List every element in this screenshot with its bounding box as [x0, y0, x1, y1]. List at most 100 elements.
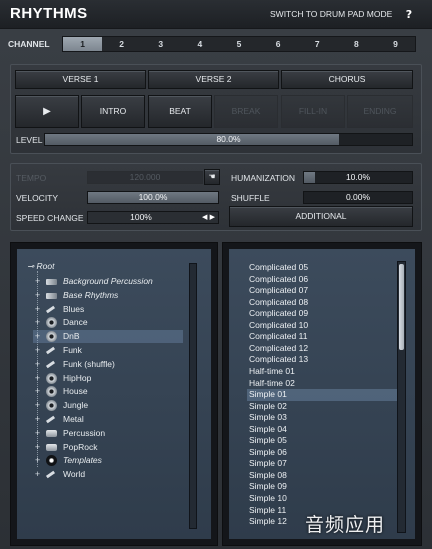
rhythm-list-item[interactable]: Half-time 01	[247, 366, 397, 378]
rhythm-list-item[interactable]: Simple 01	[247, 389, 397, 401]
tree-item-label: HipHop	[63, 372, 92, 383]
expand-icon[interactable]: +	[33, 387, 42, 396]
disc-icon	[46, 317, 57, 329]
brush-icon	[45, 415, 56, 424]
expand-icon[interactable]: +	[33, 470, 42, 479]
rhythms-window: RHYTHMS SWITCH TO DRUM PAD MODE ? CHANNE…	[0, 0, 432, 549]
tree-item-label: Funk	[63, 345, 82, 355]
rhythm-list-item[interactable]: Complicated 11	[247, 331, 397, 343]
rhythm-list-item[interactable]: Complicated 13	[247, 354, 397, 366]
expand-icon[interactable]: +	[33, 290, 42, 300]
rhythm-list-item[interactable]: Simple 07	[247, 458, 397, 470]
rhythm-list-item[interactable]: Complicated 12	[247, 343, 397, 355]
tree-scrollbar[interactable]	[189, 263, 197, 529]
rhythm-list-item[interactable]: Simple 06	[247, 447, 397, 459]
tempo-sync-button[interactable]: ☚	[204, 169, 220, 185]
star-icon	[46, 455, 57, 467]
expand-icon[interactable]: +	[33, 401, 42, 410]
tree-item[interactable]: + Funk	[33, 344, 183, 357]
speed-change-selector[interactable]: 100% ◀ ▶	[87, 211, 219, 224]
expand-icon[interactable]: +	[33, 304, 42, 314]
humanization-slider[interactable]: 10.0%	[303, 171, 413, 184]
expand-icon[interactable]: +	[33, 442, 42, 452]
expand-icon[interactable]: +	[33, 428, 42, 438]
tree-item[interactable]: + Dance	[33, 316, 183, 329]
rhythm-list-item[interactable]: Complicated 09	[247, 308, 397, 320]
expand-icon[interactable]: +	[33, 332, 42, 341]
verse1-button[interactable]: VERSE 1	[15, 70, 146, 89]
switch-drum-pad-mode-button[interactable]: SWITCH TO DRUM PAD MODE	[270, 6, 400, 23]
channel-button-8[interactable]: 8	[337, 37, 376, 51]
rhythm-list-scrollbar[interactable]	[397, 261, 406, 533]
channel-selector: 123456789	[62, 36, 416, 52]
humanization-value: 10.0%	[345, 172, 371, 182]
channel-button-1[interactable]: 1	[63, 37, 103, 51]
channel-button-7[interactable]: 7	[298, 37, 337, 51]
rhythm-list-item[interactable]: Complicated 07	[247, 285, 397, 297]
rhythm-list-item[interactable]: Simple 04	[247, 424, 397, 436]
additional-button[interactable]: ADDITIONAL	[229, 206, 413, 227]
tree-item[interactable]: + Funk (shuffle)	[33, 358, 183, 371]
expand-icon[interactable]: +	[33, 318, 42, 327]
channel-button-3[interactable]: 3	[141, 37, 180, 51]
expand-icon[interactable]: +	[33, 277, 42, 286]
chorus-button[interactable]: CHORUS	[281, 70, 413, 89]
tree-item[interactable]: + Background Percussion	[33, 275, 183, 288]
tree-item[interactable]: + Jungle	[33, 399, 183, 412]
tempo-field[interactable]: 120.000	[87, 171, 203, 184]
tree-item[interactable]: + Blues	[33, 303, 183, 316]
rhythm-list-item[interactable]: Complicated 05	[247, 262, 397, 274]
tree-item-label: Funk (shuffle)	[63, 358, 115, 369]
ending-button[interactable]: ENDING	[347, 95, 413, 128]
play-button[interactable]: ▶	[15, 95, 79, 128]
expand-icon[interactable]: +	[33, 346, 42, 355]
channel-button-5[interactable]: 5	[219, 37, 258, 51]
rhythm-list-scroll-thumb[interactable]	[399, 264, 404, 350]
rhythm-list-item[interactable]: Simple 09	[247, 481, 397, 493]
disc-icon	[46, 400, 57, 412]
tree-item[interactable]: + HipHop	[33, 372, 183, 385]
channel-button-2[interactable]: 2	[102, 37, 141, 51]
rhythm-list-item[interactable]: Complicated 10	[247, 320, 397, 332]
level-label: LEVEL	[16, 135, 43, 145]
fill-in-button[interactable]: FILL-IN	[281, 95, 345, 128]
tree-item[interactable]: + PopRock	[33, 441, 183, 454]
tree-item[interactable]: + Percussion	[33, 427, 183, 440]
intro-button[interactable]: INTRO	[81, 95, 145, 128]
category-tree[interactable]: ⊸ Root + Background Percussion + Base Rhythm…	[17, 249, 211, 539]
expand-icon[interactable]: +	[33, 456, 42, 465]
expand-icon[interactable]: +	[33, 359, 42, 369]
rhythm-list-item[interactable]: Simple 02	[247, 401, 397, 413]
verse2-button[interactable]: VERSE 2	[148, 70, 279, 89]
rhythm-list-item[interactable]: Half-time 02	[247, 378, 397, 390]
break-button[interactable]: BREAK	[214, 95, 278, 128]
channel-button-4[interactable]: 4	[180, 37, 219, 51]
tree-item[interactable]: + Base Rhythms	[33, 289, 183, 302]
rhythm-list-item[interactable]: Simple 08	[247, 470, 397, 482]
window-title: RHYTHMS	[10, 5, 88, 22]
rhythm-list-item[interactable]: Complicated 06	[247, 274, 397, 286]
rhythm-list-item[interactable]: Complicated 08	[247, 297, 397, 309]
tree-item[interactable]: + Metal	[33, 413, 183, 426]
rhythm-list-item[interactable]: Simple 10	[247, 493, 397, 505]
expand-icon[interactable]: +	[33, 373, 42, 383]
rhythm-list-item[interactable]: Simple 03	[247, 412, 397, 424]
tree-root[interactable]: ⊸ Root	[27, 260, 54, 273]
play-icon: ▶	[43, 106, 51, 117]
rhythm-list[interactable]: Complicated 05 Complicated 06 Complicated …	[229, 249, 415, 539]
tree-item-label: DnB	[63, 331, 80, 342]
shuffle-slider[interactable]: 0.00%	[303, 191, 413, 204]
tree-item[interactable]: + Templates	[33, 454, 183, 467]
help-button[interactable]: ?	[402, 6, 416, 23]
channel-button-9[interactable]: 9	[376, 37, 415, 51]
level-slider[interactable]: 80.0%	[44, 133, 413, 146]
expand-icon[interactable]: +	[33, 415, 42, 424]
tree-item[interactable]: + DnB	[33, 330, 183, 344]
velocity-slider[interactable]: 100.0%	[87, 191, 219, 204]
channel-button-6[interactable]: 6	[259, 37, 298, 51]
rhythm-list-item[interactable]: Simple 05	[247, 435, 397, 447]
arrow-left-right-icon[interactable]: ◀ ▶	[202, 212, 215, 223]
tree-item[interactable]: + House	[33, 385, 183, 398]
beat-button[interactable]: BEAT	[148, 95, 212, 128]
tree-item[interactable]: + World	[33, 468, 183, 481]
